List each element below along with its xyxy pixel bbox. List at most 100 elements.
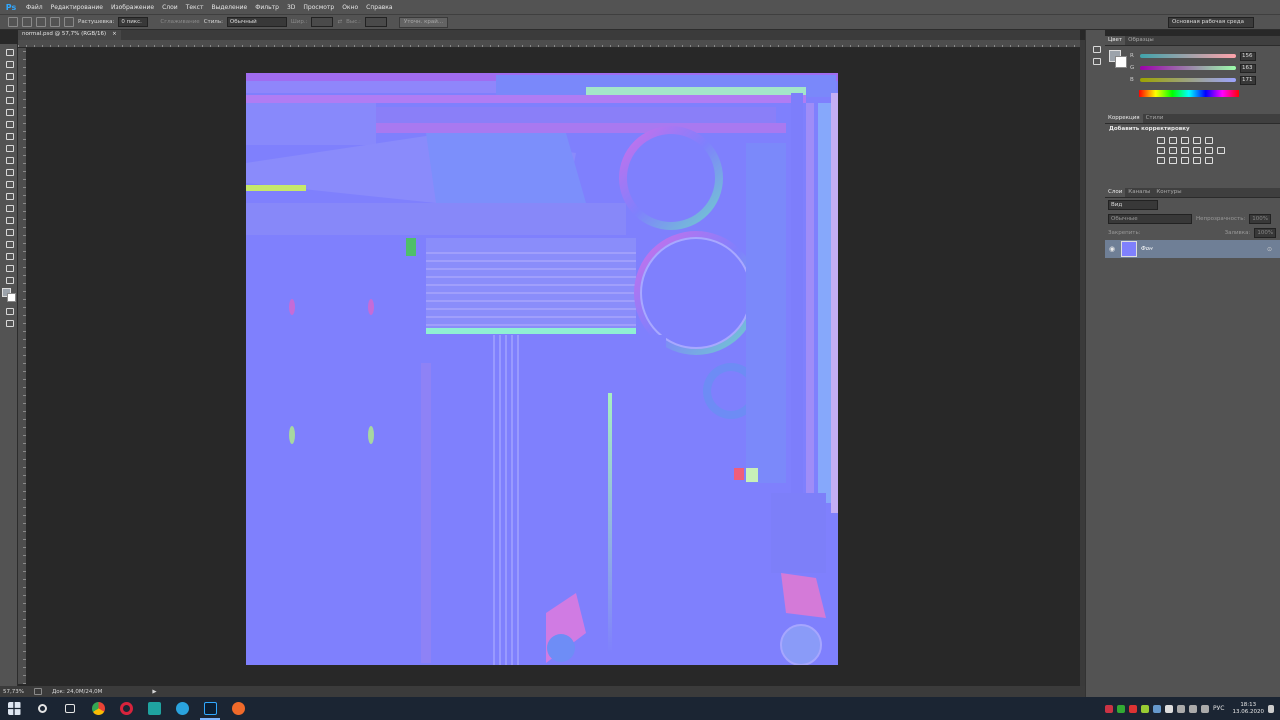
line-tool-icon[interactable] — [4, 251, 14, 260]
type-tool-icon[interactable] — [4, 227, 14, 236]
menu-filter[interactable]: Фильтр — [251, 4, 283, 11]
vibrance-icon[interactable] — [1205, 137, 1213, 144]
taskbar-clock[interactable]: 18:13 13.06.2020 — [1233, 702, 1265, 716]
language-indicator[interactable]: РУС — [1213, 705, 1224, 712]
style-select[interactable]: Обычный — [226, 17, 287, 27]
workspace-select[interactable]: Основная рабочая среда — [1168, 17, 1254, 28]
new-selection-icon[interactable] — [22, 17, 32, 27]
tray-app-icon[interactable] — [1141, 704, 1150, 713]
exposure-icon[interactable] — [1193, 137, 1201, 144]
search-icon[interactable] — [28, 697, 56, 720]
volume-icon[interactable] — [1201, 704, 1210, 713]
zoom-tool-icon[interactable] — [4, 275, 14, 284]
crop-tool-icon[interactable] — [4, 95, 14, 104]
healing-brush-tool-icon[interactable] — [4, 119, 14, 128]
task-view-icon[interactable] — [56, 697, 84, 720]
gradient-map-icon[interactable] — [1193, 157, 1201, 164]
color-swatches[interactable] — [1, 288, 16, 302]
blend-mode-select[interactable]: Обычные — [1108, 214, 1192, 224]
tray-app-icon[interactable] — [1105, 704, 1114, 713]
layer-row-background[interactable]: ◉ Фон ⊙ — [1105, 240, 1280, 258]
document-tab[interactable]: normal.psd @ 57,7% (RGB/16) × — [18, 30, 121, 40]
photo-filter-icon[interactable] — [1193, 147, 1201, 154]
red-slider[interactable] — [1140, 54, 1236, 58]
tray-app-icon[interactable] — [1129, 704, 1138, 713]
color-spectrum[interactable] — [1139, 90, 1239, 97]
menu-3d[interactable]: 3D — [283, 4, 299, 11]
hand-tool-icon[interactable] — [4, 263, 14, 272]
menu-layers[interactable]: Слои — [158, 4, 182, 11]
color-balance-icon[interactable] — [1169, 147, 1177, 154]
clone-stamp-tool-icon[interactable] — [4, 143, 14, 152]
properties-panel-icon[interactable] — [1091, 56, 1101, 65]
color-lookup-icon[interactable] — [1217, 147, 1225, 154]
pen-tool-icon[interactable] — [4, 215, 14, 224]
curves-icon[interactable] — [1181, 137, 1189, 144]
subtract-selection-icon[interactable] — [50, 17, 60, 27]
green-slider[interactable] — [1140, 66, 1236, 70]
threshold-icon[interactable] — [1181, 157, 1189, 164]
invert-icon[interactable] — [1157, 157, 1165, 164]
opera-icon[interactable] — [112, 697, 140, 720]
tray-app-icon[interactable] — [1153, 704, 1162, 713]
swap-icon[interactable]: ⇄ — [337, 19, 342, 25]
opacity-input[interactable]: 100% — [1249, 214, 1272, 224]
tray-chevron-icon[interactable] — [1177, 704, 1186, 713]
layer-kind-filter[interactable]: Вид — [1108, 200, 1158, 210]
telegram-icon[interactable] — [168, 697, 196, 720]
feather-input[interactable]: 0 пикс. — [118, 17, 149, 27]
menu-image[interactable]: Изображение — [107, 4, 158, 11]
menu-view[interactable]: Просмотр — [299, 4, 338, 11]
marquee-tool-preset-icon[interactable] — [8, 17, 18, 27]
brightness-contrast-icon[interactable] — [1157, 137, 1165, 144]
history-brush-tool-icon[interactable] — [4, 155, 14, 164]
menu-edit[interactable]: Редактирование — [47, 4, 107, 11]
menu-select[interactable]: Выделение — [207, 4, 251, 11]
blue-slider[interactable] — [1140, 78, 1236, 82]
antialias-checkbox[interactable]: Сглаживание — [160, 19, 199, 25]
intersect-selection-icon[interactable] — [64, 17, 74, 27]
tab-paths[interactable]: Контуры — [1153, 188, 1184, 197]
black-white-icon[interactable] — [1181, 147, 1189, 154]
eyedropper-tool-icon[interactable] — [4, 107, 14, 116]
tab-styles[interactable]: Стили — [1143, 114, 1167, 123]
zoom-level[interactable]: 57,73% — [3, 689, 24, 695]
color-panel-background-swatch[interactable] — [1115, 56, 1127, 68]
menu-window[interactable]: Окно — [338, 4, 362, 11]
substance-icon[interactable] — [224, 697, 252, 720]
hue-saturation-icon[interactable] — [1157, 147, 1165, 154]
path-select-tool-icon[interactable] — [4, 239, 14, 248]
status-menu-arrow-icon[interactable]: ▶ — [152, 689, 156, 695]
red-value[interactable]: 156 — [1240, 51, 1256, 61]
brush-tool-icon[interactable] — [4, 131, 14, 140]
marquee-tool-icon[interactable] — [4, 59, 14, 68]
photoshop-icon[interactable] — [196, 697, 224, 720]
vertical-ruler[interactable] — [18, 48, 26, 684]
screen-mode-icon[interactable] — [4, 318, 14, 327]
chrome-icon[interactable] — [84, 697, 112, 720]
selective-color-icon[interactable] — [1205, 157, 1213, 164]
eraser-tool-icon[interactable] — [4, 167, 14, 176]
history-panel-icon[interactable] — [1091, 44, 1101, 53]
width-input[interactable] — [311, 17, 334, 27]
gradient-tool-icon[interactable] — [4, 179, 14, 188]
move-tool-icon[interactable] — [4, 47, 14, 56]
menu-file[interactable]: Файл — [22, 4, 47, 11]
height-input[interactable] — [364, 17, 387, 27]
windows-start-icon[interactable] — [0, 697, 28, 720]
network-icon[interactable] — [1189, 704, 1198, 713]
fill-input[interactable]: 100% — [1254, 228, 1277, 238]
horizontal-ruler[interactable] — [18, 40, 1080, 48]
quick-select-tool-icon[interactable] — [4, 83, 14, 92]
background-color-swatch[interactable] — [6, 293, 16, 302]
levels-icon[interactable] — [1169, 137, 1177, 144]
tab-layers[interactable]: Слои — [1105, 188, 1126, 197]
channel-mixer-icon[interactable] — [1205, 147, 1213, 154]
tab-adjustments[interactable]: Коррекция — [1105, 114, 1143, 123]
3dsmax-icon[interactable] — [140, 697, 168, 720]
dodge-tool-icon[interactable] — [4, 203, 14, 212]
posterize-icon[interactable] — [1169, 157, 1177, 164]
share-icon[interactable] — [33, 688, 42, 695]
tray-app-icon[interactable] — [1117, 704, 1126, 713]
tab-swatches[interactable]: Образцы — [1125, 36, 1157, 45]
